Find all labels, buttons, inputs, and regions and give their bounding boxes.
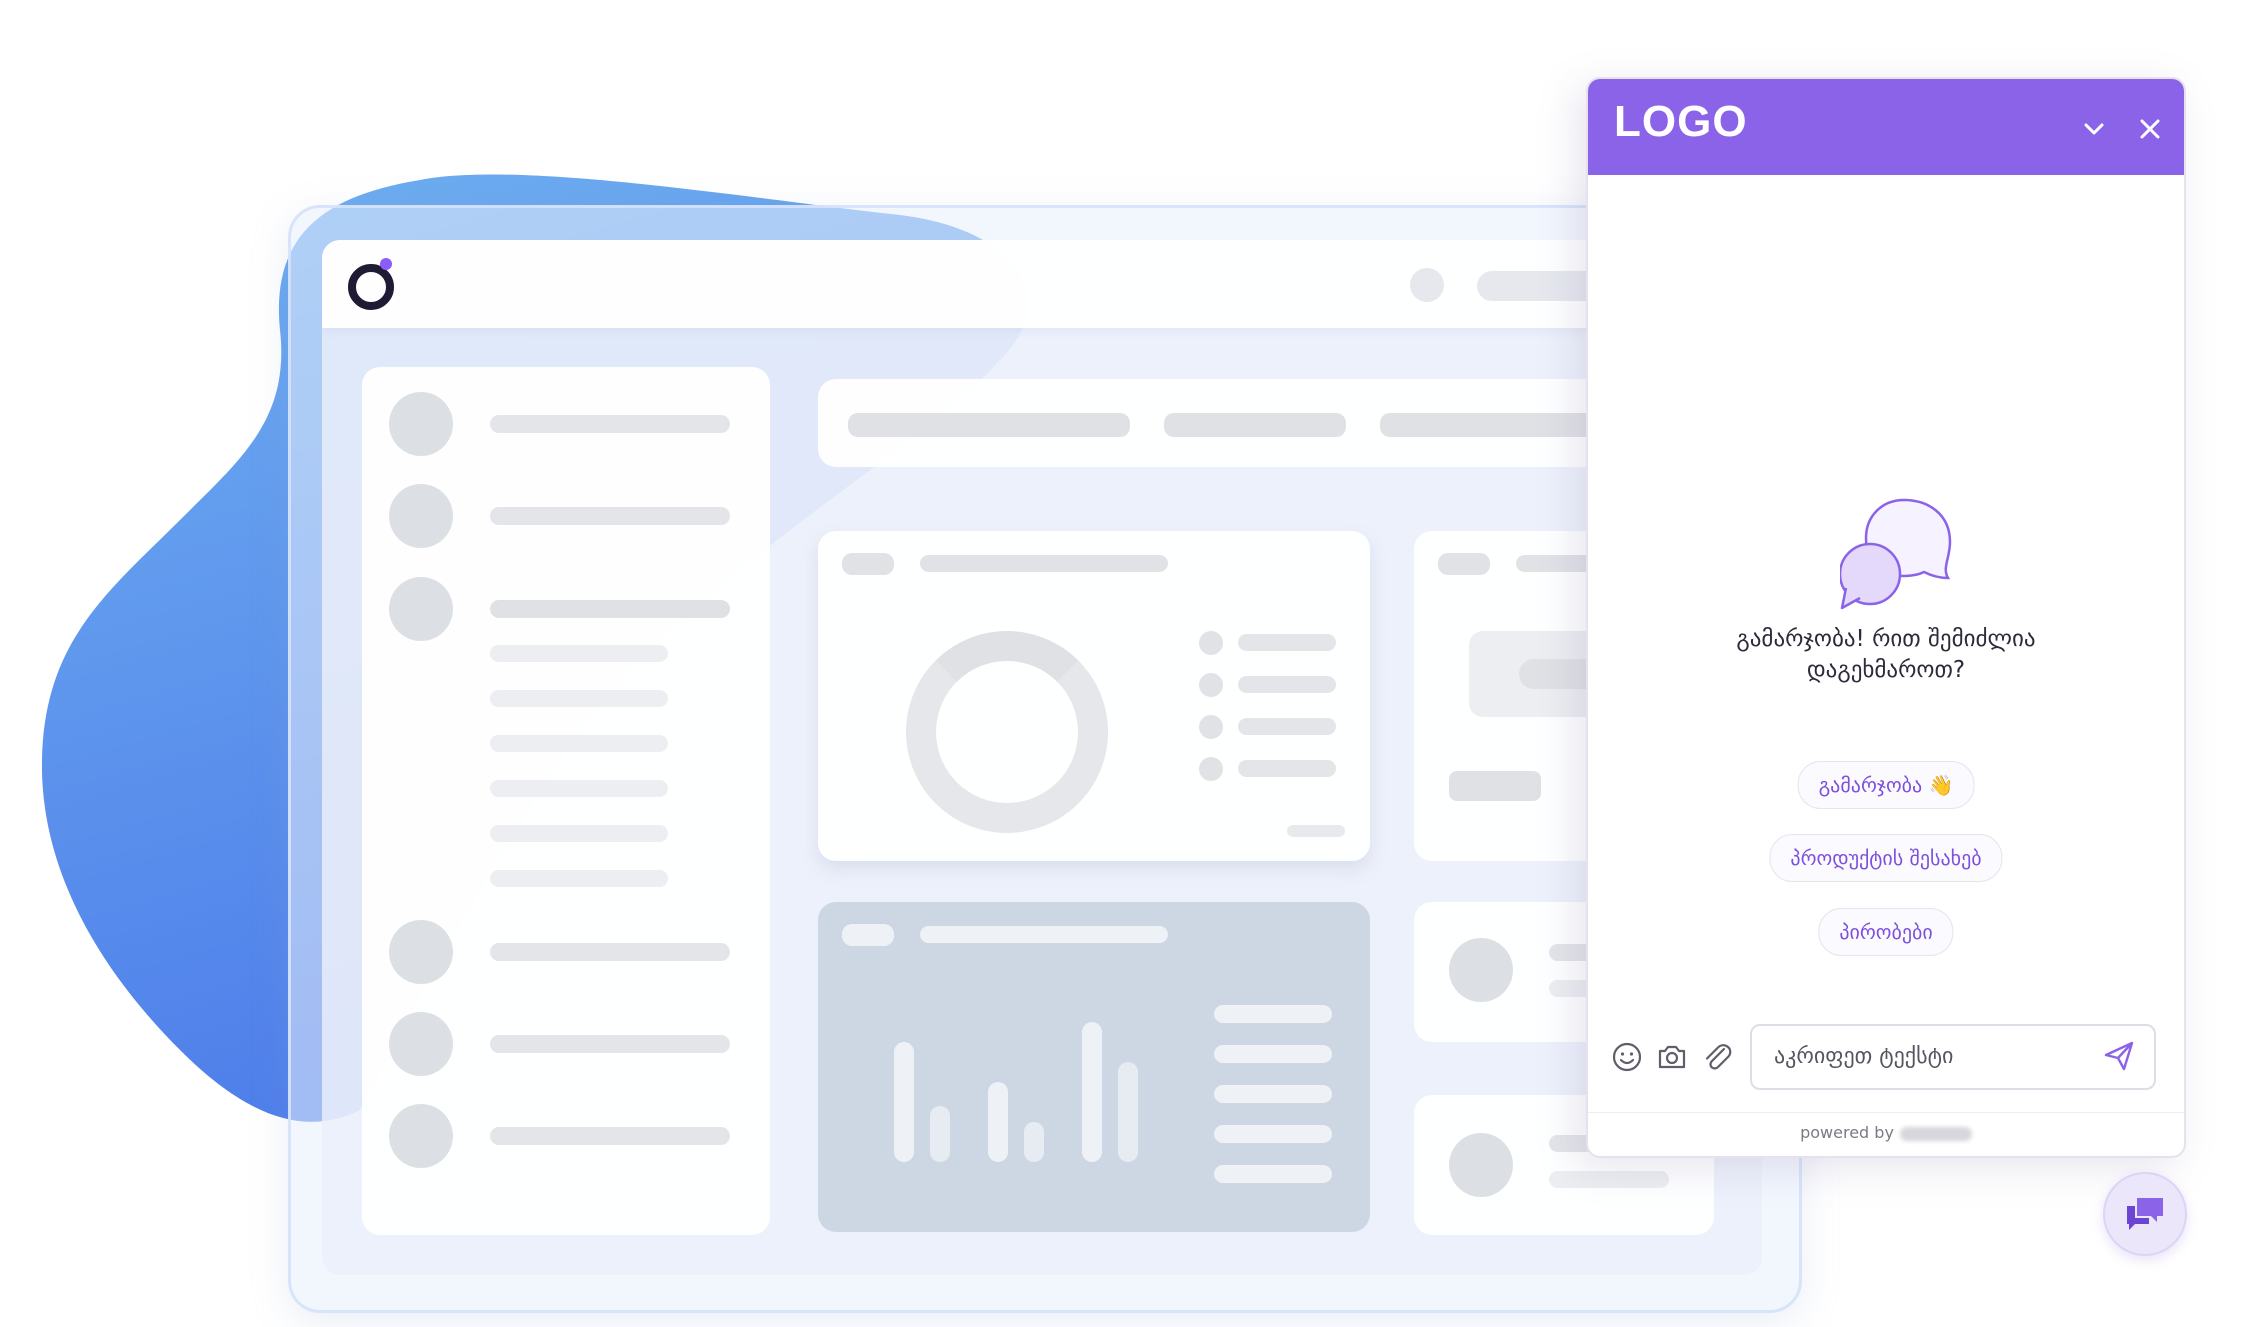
contact-line-placeholder	[1549, 1171, 1669, 1188]
dashboard-logo	[348, 264, 394, 310]
chart-bar-placeholder	[1024, 1122, 1044, 1162]
dashboard-topbar	[322, 240, 1762, 328]
sidebar-avatar-placeholder	[389, 920, 453, 984]
contact-avatar-placeholder	[1449, 1133, 1513, 1197]
legend-line	[1238, 634, 1336, 651]
chart-bar-placeholder	[894, 1042, 914, 1162]
quick-reply-about-product[interactable]: პროდუქტის შესახებ	[1769, 834, 2003, 882]
legend-dot	[1199, 631, 1223, 655]
legend-line	[1238, 676, 1336, 693]
chart-legend-placeholder	[1214, 1005, 1332, 1023]
greeting-line: დაგეხმაროთ?	[1806, 657, 1966, 683]
camera-icon[interactable]	[1655, 1040, 1689, 1074]
tab-placeholder	[1164, 413, 1346, 437]
sidebar-line-placeholder	[490, 1035, 730, 1053]
greeting-text: გამარჯობა! რით შემიძლია დაგეხმაროთ?	[1588, 624, 2184, 686]
sidebar-avatar-placeholder	[389, 1012, 453, 1076]
sidebar-subline-placeholder	[490, 645, 668, 662]
chart-legend-placeholder	[1214, 1045, 1332, 1063]
chart-legend-placeholder	[1214, 1085, 1332, 1103]
contact-avatar-placeholder	[1449, 938, 1513, 1002]
sidebar-line-placeholder	[490, 507, 730, 525]
donut-chart-placeholder	[906, 631, 1108, 833]
sidebar-line-placeholder	[490, 1127, 730, 1145]
sidebar-avatar-placeholder	[389, 577, 453, 641]
powered-by-label: powered by	[1800, 1123, 1894, 1142]
paperclip-icon[interactable]	[1700, 1040, 1734, 1074]
topbar-avatar-placeholder	[1410, 268, 1444, 302]
chart-bar-placeholder	[988, 1082, 1008, 1162]
legend-dot	[1199, 715, 1223, 739]
close-button[interactable]	[2132, 111, 2168, 147]
legend-dot	[1199, 673, 1223, 697]
card-tag-placeholder	[842, 924, 894, 946]
close-icon	[2140, 119, 2160, 139]
footer-divider	[1588, 1112, 2184, 1113]
chart-legend-placeholder	[1214, 1125, 1332, 1143]
chart-bar-placeholder	[1082, 1022, 1102, 1162]
legend-line	[1238, 718, 1336, 735]
sidebar-line-placeholder	[490, 415, 730, 433]
sidebar-panel	[362, 367, 770, 1235]
emoji-icon[interactable]	[1610, 1040, 1644, 1074]
sidebar-line-placeholder	[490, 600, 730, 618]
quick-reply-terms[interactable]: პირობები	[1818, 908, 1954, 956]
dashboard-window	[322, 240, 1762, 1275]
sidebar-avatar-placeholder	[389, 1104, 453, 1168]
chat-header: LOGO	[1588, 79, 2184, 175]
chat-launcher-button[interactable]	[2103, 1172, 2187, 1256]
tab-placeholder	[848, 413, 1130, 437]
chart-legend-placeholder	[1214, 1165, 1332, 1183]
chat-logo: LOGO	[1614, 97, 1748, 146]
powered-by-brand-blurred	[1899, 1126, 1972, 1141]
message-input[interactable]	[1772, 1026, 2086, 1086]
greeting-line: გამარჯობა! რით შემიძლია	[1736, 626, 2036, 652]
card-title-placeholder	[920, 555, 1168, 572]
dashboard-logo-dot	[380, 258, 392, 270]
chart-bar-placeholder	[1118, 1062, 1138, 1162]
sidebar-subline-placeholder	[490, 780, 668, 797]
chat-widget: LOGO გამარჯობა! რით შემიძლია დაგეხმაროთ?…	[1586, 77, 2186, 1158]
legend-line	[1238, 760, 1336, 777]
chat-bubbles-icon	[1840, 498, 1952, 610]
chevron-down-icon	[2084, 123, 2104, 135]
minimize-button[interactable]	[2076, 111, 2112, 147]
stats-footer-placeholder	[1449, 771, 1541, 801]
sidebar-subline-placeholder	[490, 735, 668, 752]
card-title-placeholder	[920, 926, 1168, 943]
sidebar-avatar-placeholder	[389, 484, 453, 548]
donut-card	[818, 531, 1370, 861]
powered-by: powered by	[1588, 1123, 2184, 1142]
bar-chart-card	[818, 902, 1370, 1232]
sidebar-subline-placeholder	[490, 690, 668, 707]
card-footer-placeholder	[1287, 825, 1345, 837]
sidebar-subline-placeholder	[490, 825, 668, 842]
card-tag-placeholder	[1438, 553, 1490, 575]
quick-reply-hello[interactable]: გამარჯობა 👋	[1797, 761, 1975, 809]
chat-launcher-icon	[2127, 1198, 2163, 1230]
message-input-box	[1750, 1024, 2156, 1090]
sidebar-avatar-placeholder	[389, 392, 453, 456]
tab-placeholder	[1380, 413, 1600, 437]
card-tag-placeholder	[842, 553, 894, 575]
send-icon[interactable]	[2102, 1039, 2136, 1073]
sidebar-subline-placeholder	[490, 870, 668, 887]
sidebar-line-placeholder	[490, 943, 730, 961]
legend-dot	[1199, 757, 1223, 781]
chart-bar-placeholder	[930, 1106, 950, 1162]
